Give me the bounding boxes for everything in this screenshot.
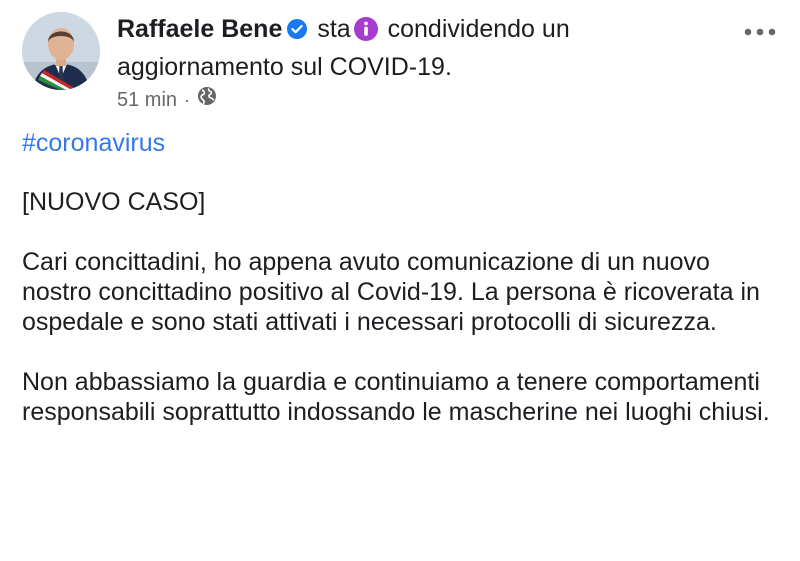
post-header: Raffaele Bene sta condividendo un aggior…	[117, 13, 717, 84]
post-paragraph: [NUOVO CASO]	[22, 188, 206, 216]
activity-prefix: sta	[317, 15, 351, 43]
info-icon	[353, 16, 379, 51]
avatar-photo	[22, 12, 100, 90]
post-timestamp[interactable]: 51 min	[117, 87, 177, 113]
post-paragraph: Non abbassiamo la guardia e continuiamo …	[22, 368, 770, 426]
avatar[interactable]	[22, 12, 100, 90]
author-name[interactable]: Raffaele Bene	[117, 15, 282, 43]
post-paragraph: Cari concittadini, ho appena avuto comun…	[22, 248, 760, 336]
post-meta: 51 min ·	[117, 86, 217, 113]
facebook-post: Raffaele Bene sta condividendo un aggior…	[0, 0, 800, 561]
post-body: #coronavirus [NUOVO CASO] Cari concittad…	[22, 128, 782, 457]
more-options-icon[interactable]	[742, 24, 778, 40]
verified-badge-icon	[286, 16, 308, 49]
meta-separator: ·	[184, 89, 191, 110]
globe-icon[interactable]	[197, 86, 217, 113]
hashtag-link[interactable]: #coronavirus	[22, 128, 782, 158]
